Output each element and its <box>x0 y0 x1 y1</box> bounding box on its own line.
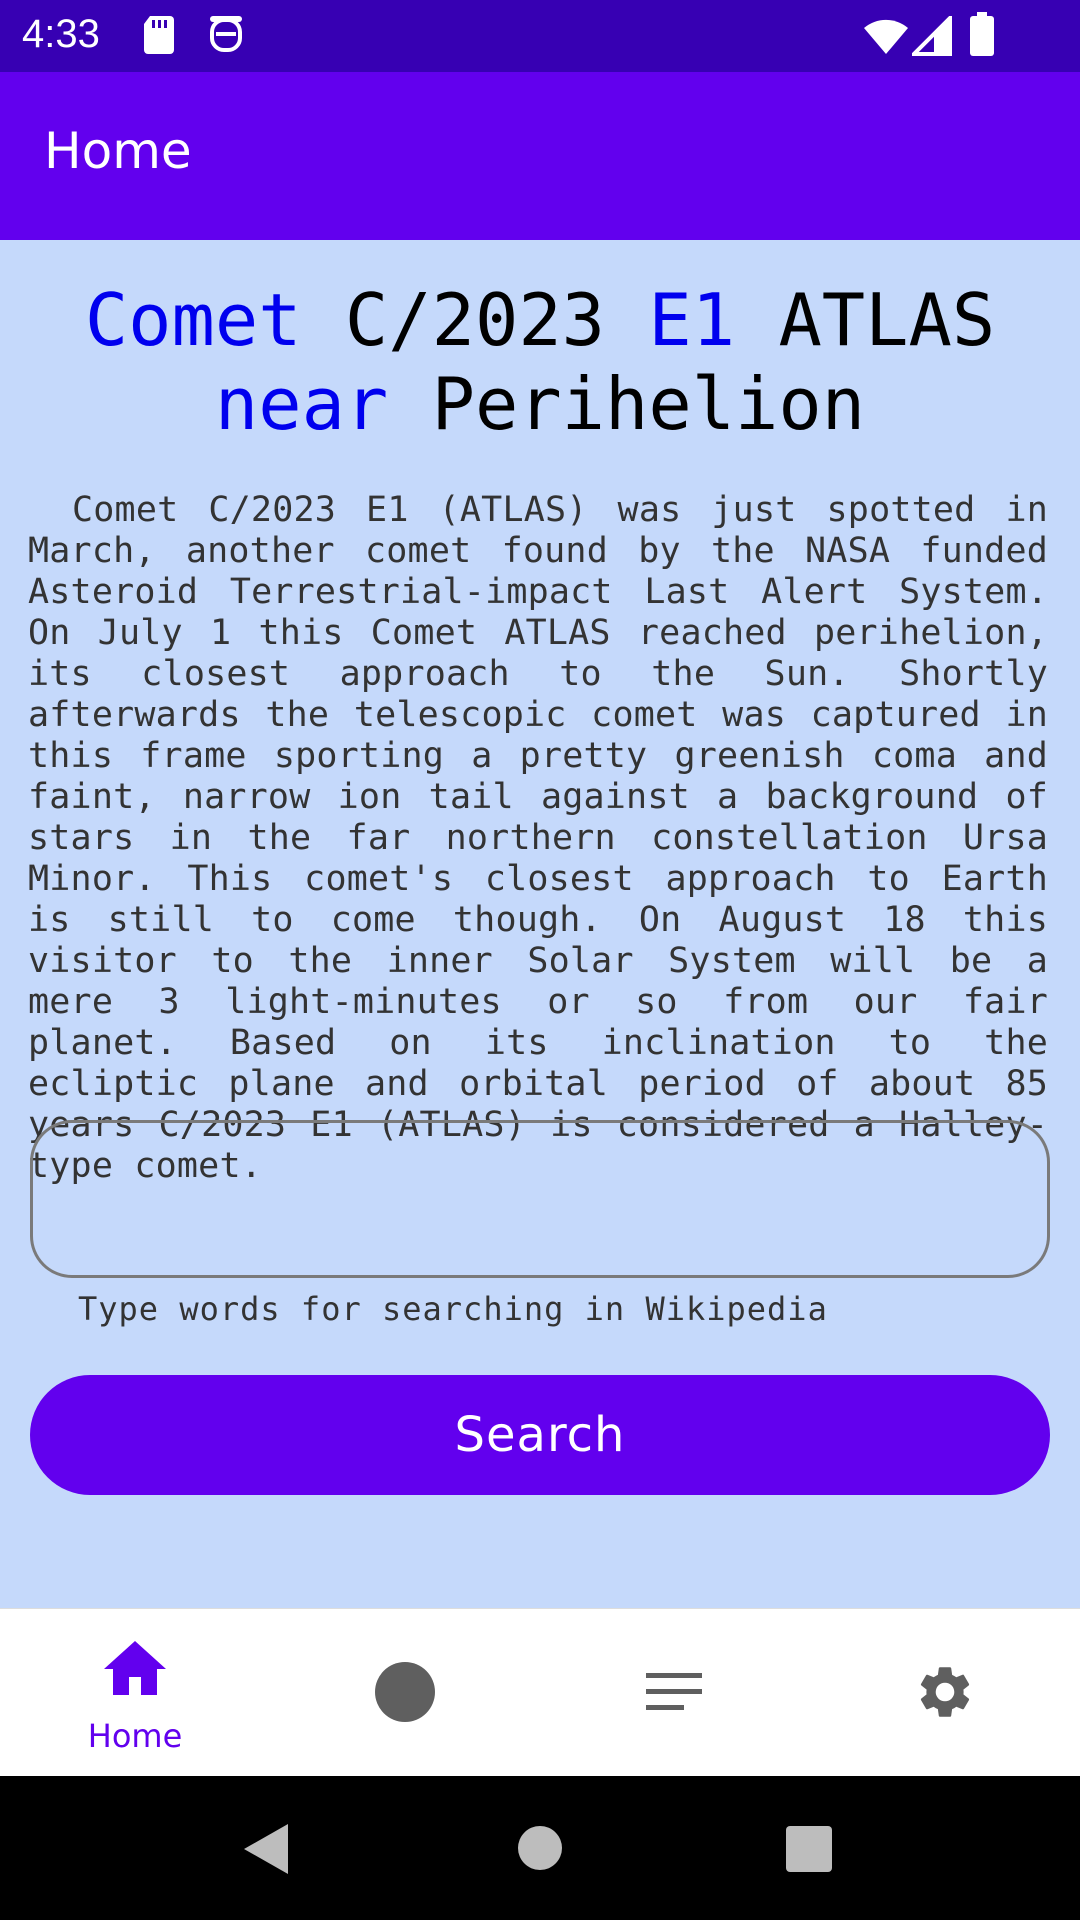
headline-word: ATLAS <box>778 278 996 362</box>
home-circle-icon[interactable] <box>518 1826 562 1874</box>
status-time: 4:33 <box>22 12 100 56</box>
nav-item-circle[interactable] <box>270 1609 540 1777</box>
system-navigation-bar <box>0 1776 1080 1920</box>
article-headline: Comet C/2023 E1 ATLAS near Perihelion <box>30 278 1050 446</box>
search-input[interactable] <box>30 1120 1050 1278</box>
nav-item-home[interactable]: Home <box>0 1609 270 1777</box>
search-button[interactable]: Search <box>30 1375 1050 1495</box>
recents-icon[interactable] <box>786 1826 832 1876</box>
nav-item-menu[interactable] <box>540 1609 810 1777</box>
headline-word: Perihelion <box>431 362 866 446</box>
headline-word: near <box>214 362 389 446</box>
page-title: Home <box>44 122 192 180</box>
nav-item-label: Home <box>87 1717 183 1755</box>
circle-icon <box>374 1661 436 1727</box>
app-bar: Home <box>0 72 1080 240</box>
wifi-icon <box>862 16 910 60</box>
home-icon <box>104 1641 166 1699</box>
gear-icon <box>914 1661 976 1727</box>
bottom-navigation: Home <box>0 1608 1080 1776</box>
face-icon <box>208 14 244 58</box>
nav-item-settings[interactable] <box>810 1609 1080 1777</box>
headline-word: Comet <box>84 278 302 362</box>
search-helper-text: Type words for searching in Wikipedia <box>78 1290 828 1328</box>
headline-word: C/2023 <box>344 278 606 362</box>
status-bar: 4:33 <box>0 0 1080 72</box>
article-body: Comet C/2023 E1 (ATLAS) was just spotted… <box>28 490 1048 1186</box>
cell-signal-icon <box>909 13 952 60</box>
battery-icon <box>970 12 994 60</box>
headline-word: E1 <box>648 278 736 362</box>
content-area[interactable]: Comet C/2023 E1 ATLAS near Perihelion Co… <box>0 240 1080 1608</box>
back-icon[interactable] <box>244 1824 288 1878</box>
sd-card-icon <box>142 14 178 58</box>
menu-icon <box>646 1673 702 1715</box>
